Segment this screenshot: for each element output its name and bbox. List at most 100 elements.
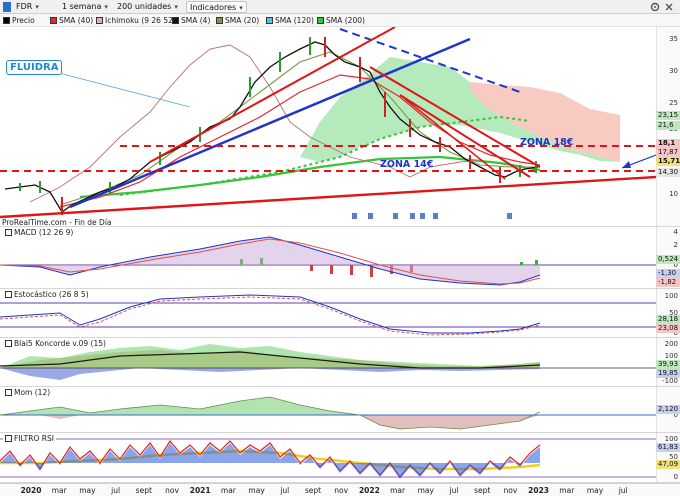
time-axis-month-label: mar <box>559 486 575 495</box>
koncorde-tag: 19,85 <box>656 369 680 378</box>
time-axis-month-label: jul <box>111 486 121 495</box>
time-axis-month-label: nov <box>503 486 518 495</box>
time-axis-month-label: sept <box>474 486 491 495</box>
time-axis-year-label: 2021 <box>189 486 211 495</box>
rsi-title: FILTRO RSI <box>3 434 56 443</box>
time-axis-month-label: mar <box>220 486 236 495</box>
koncorde-tag: 39,93 <box>656 360 680 369</box>
rsi-chart <box>0 438 656 479</box>
indicator-legend: Precio SMA (40) Ichimoku (9 26 52) SMA (… <box>0 14 680 27</box>
price-arrow-head <box>622 161 631 168</box>
macd-title: MACD (12 26 9) <box>3 228 76 237</box>
koncorde-axis[interactable]: 200 100 0 -100 39,93 19,85 <box>656 338 680 386</box>
price-panel[interactable]: FLUIDRA ZONA 18€ ZONA 14€ ProRealTime.co… <box>0 27 680 227</box>
price-tick: 25 <box>669 99 678 107</box>
macd-tag: -1,30 <box>656 269 680 278</box>
price-axis[interactable]: 35 30 25 20 15 10 23,15 21,6 18,1 17,87 … <box>656 27 680 226</box>
koncorde-panel[interactable]: Blai5 Koncorde v.09 (15) 200 100 0 -100 … <box>0 338 680 387</box>
time-axis-month-label: sept <box>304 486 322 495</box>
rsi-panel[interactable]: FILTRO RSI 100 50 0 61,83 47,09 <box>0 433 680 483</box>
zona14-annotation: ZONA 14€ <box>380 159 434 170</box>
macd-panel[interactable]: MACD (12 26 9) 4 2 0 -2 0,524 -1,30 -1,8… <box>0 227 680 289</box>
momentum-axis[interactable]: 0 2,120 <box>656 387 680 432</box>
time-axis[interactable]: 2020 mar may jul sept nov 2021 mar may jul sept nov… <box>0 483 680 496</box>
time-axis-month-label: sept <box>135 486 152 495</box>
stochastic-axis[interactable]: 100 50 0 28,18 23,08 <box>656 289 680 337</box>
price-tag: 15,71 <box>656 157 680 166</box>
news-markers <box>352 213 512 219</box>
legend-item-sma200[interactable]: SMA (200) <box>317 16 365 26</box>
koncorde-title: Blai5 Koncorde v.09 (15) <box>3 339 108 348</box>
rsi-tag: 61,83 <box>656 443 680 452</box>
macd-chart <box>0 236 656 286</box>
time-axis-year-label: 2023 <box>528 486 550 495</box>
legend-item-ichimoku[interactable]: Ichimoku (9 26 52) <box>96 16 176 26</box>
symbol-dropdown[interactable]: FDR <box>16 1 39 13</box>
legend-item-sma120[interactable]: SMA (120) <box>266 16 314 26</box>
legend-item-sma4[interactable]: SMA (4) <box>172 16 210 26</box>
momentum-panel[interactable]: Mom (12) 0 2,120 <box>0 387 680 433</box>
macd-area <box>0 237 540 285</box>
time-axis-month-label: mar <box>51 486 67 495</box>
toolbar-icons <box>650 2 674 12</box>
fluidra-arrow <box>54 71 191 108</box>
toolbar: FDR 1 semana 200 unidades Indicadores <box>0 0 680 14</box>
price-tag: 14,30 <box>656 168 680 177</box>
macd-axis[interactable]: 4 2 0 -2 0,524 -1,30 -1,82 <box>656 227 680 288</box>
stochastic-tag: 28,18 <box>656 315 680 324</box>
legend-item-sma40[interactable]: SMA (40) <box>50 16 93 26</box>
indicators-button[interactable]: Indicadores <box>186 1 247 13</box>
koncorde-blue-area <box>0 368 540 380</box>
settings-icon[interactable] <box>650 2 660 12</box>
time-axis-year-label: 2020 <box>20 486 42 495</box>
macd-tag: 0,524 <box>656 255 680 264</box>
time-axis-month-label: jul <box>280 486 290 495</box>
momentum-tag: 2,120 <box>656 405 680 414</box>
price-chart <box>0 27 656 219</box>
time-axis-month-label: nov <box>165 486 179 495</box>
zona18-annotation: ZONA 18€ <box>520 137 574 148</box>
price-line <box>4 41 539 213</box>
stochastic-tag: 23,08 <box>656 324 680 333</box>
panel-toggle-icon <box>5 229 12 236</box>
price-tick: 10 <box>669 190 678 198</box>
stochastic-tick: 100 <box>664 292 678 300</box>
panel-toggle-icon <box>5 435 12 442</box>
momentum-negative-area <box>40 415 540 429</box>
price-tag: 17,87 <box>656 148 680 157</box>
time-axis-month-label: may <box>586 486 604 495</box>
time-axis-month-label: mar <box>390 486 406 495</box>
time-axis-month-label: may <box>417 486 434 495</box>
macd-tick: 4 <box>673 228 678 236</box>
koncorde-tick: 200 <box>664 340 678 348</box>
panel-toggle-icon <box>5 291 12 298</box>
legend-item-sma20[interactable]: SMA (20) <box>216 16 259 26</box>
stochastic-panel[interactable]: Estocástico (26 8 5) 100 50 0 28,18 23,0… <box>0 289 680 338</box>
price-tag: 18,1 <box>656 139 680 148</box>
panel-toggle-icon <box>5 340 12 347</box>
time-axis-month-label: nov <box>334 486 349 495</box>
macd-tick: 2 <box>673 241 678 249</box>
momentum-title: Mom (12) <box>3 388 53 397</box>
rsi-tick: 0 <box>673 473 678 481</box>
period-dropdown[interactable]: 1 semana <box>62 1 108 13</box>
price-tick: 35 <box>669 35 678 43</box>
chart-color-icon[interactable] <box>3 2 11 12</box>
time-axis-year-label: 2022 <box>358 486 380 495</box>
time-axis-month-label: may <box>79 486 96 495</box>
koncorde-tick: 100 <box>664 352 678 360</box>
rsi-axis[interactable]: 100 50 0 61,83 47,09 <box>656 433 680 482</box>
close-icon[interactable] <box>664 2 674 12</box>
fluidra-annotation: FLUIDRA <box>6 60 63 75</box>
legend-item-precio[interactable]: Precio <box>3 16 35 26</box>
stochastic-chart <box>0 294 656 336</box>
time-axis-month-label: jul <box>618 486 628 495</box>
units-dropdown[interactable]: 200 unidades <box>117 1 178 13</box>
rsi-tag: 47,09 <box>656 460 680 469</box>
rsi-tick: 100 <box>664 435 678 443</box>
macd-tag: -1,82 <box>656 278 680 287</box>
price-tick: 30 <box>669 67 678 75</box>
stochastic-title: Estocástico (26 8 5) <box>3 290 91 299</box>
koncorde-tick: -100 <box>662 377 678 385</box>
time-axis-month-label: jul <box>449 486 459 495</box>
